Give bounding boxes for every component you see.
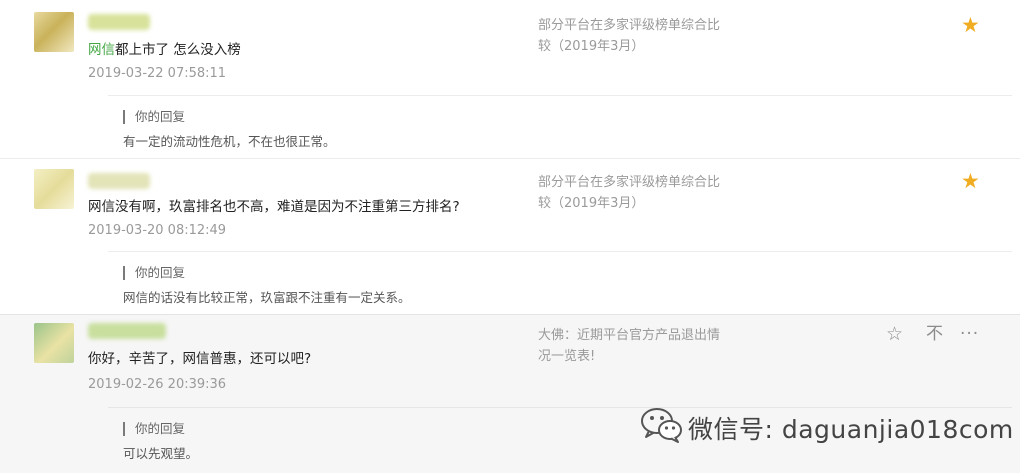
reply-label: 你的回复 <box>123 110 185 124</box>
article-title-line: 大佛：近期平台官方产品退出情 <box>538 328 721 343</box>
nickname-blurred <box>88 323 166 339</box>
feature-star-icon[interactable]: ☆ <box>886 325 903 344</box>
reply-text: 有一定的流动性危机，不在也很正常。 <box>123 134 336 149</box>
comment-time: 2019-03-22 07:58:11 <box>88 66 227 81</box>
featured-star-icon[interactable]: ★ <box>961 15 980 36</box>
watermark: 微信号: daguanjia018com <box>640 404 1013 448</box>
watermark-text: 微信号: daguanjia018com <box>688 415 1014 444</box>
wechat-icon <box>641 408 682 443</box>
featured-star-icon[interactable]: ★ <box>961 171 980 192</box>
avatar[interactable] <box>34 169 74 209</box>
comment-highlight: 网信 <box>88 42 115 58</box>
avatar[interactable] <box>34 12 74 52</box>
article-title-line: 较（2019年3月） <box>538 39 645 54</box>
comment-text: 你好，辛苦了，网信普惠，还可以吧? <box>88 351 312 367</box>
article-title-link[interactable]: 部分平台在多家评级榜单综合比 较（2019年3月） <box>538 15 748 57</box>
article-title-line: 较（2019年3月） <box>538 196 645 211</box>
nickname-blurred <box>88 173 150 189</box>
comment-item: 你好，辛苦了，网信普惠，还可以吧? 2019-02-26 20:39:36 大佛… <box>0 314 1020 473</box>
comment-text-rest: 都上市了 怎么没入榜 <box>115 42 241 58</box>
more-options-icon[interactable]: ··· <box>960 326 979 343</box>
comment-time: 2019-03-20 08:12:49 <box>88 223 227 238</box>
reply-block: 你的回复 网信的话没有比较正常，玖富跟不注重有一定关系。 <box>108 251 1012 313</box>
avatar[interactable] <box>34 323 74 363</box>
article-title-line: 部分平台在多家评级榜单综合比 <box>538 175 721 190</box>
nickname-blurred <box>88 14 150 30</box>
comment-item: 网信没有啊，玖富排名也不高，难道是因为不注重第三方排名? 2019-03-20 … <box>0 158 1020 314</box>
reply-block: 你的回复 有一定的流动性危机，不在也很正常。 <box>108 95 1012 157</box>
reply-text: 网信的话没有比较正常，玖富跟不注重有一定关系。 <box>123 290 411 305</box>
comment-text: 网信没有啊，玖富排名也不高，难道是因为不注重第三方排名? <box>88 199 460 215</box>
comment-time: 2019-02-26 20:39:36 <box>88 377 227 392</box>
hide-comment-icon[interactable]: 不 <box>926 326 943 343</box>
article-title-link[interactable]: 大佛：近期平台官方产品退出情 况一览表! <box>538 325 748 367</box>
reply-label: 你的回复 <box>123 266 185 280</box>
article-title-line: 况一览表! <box>538 349 596 364</box>
comment-item: 网信都上市了 怎么没入榜 2019-03-22 07:58:11 部分平台在多家… <box>0 0 1020 158</box>
article-title-link[interactable]: 部分平台在多家评级榜单综合比 较（2019年3月） <box>538 172 748 214</box>
article-title-line: 部分平台在多家评级榜单综合比 <box>538 18 721 33</box>
comment-text: 网信都上市了 怎么没入榜 <box>88 38 241 58</box>
reply-label: 你的回复 <box>123 422 185 436</box>
reply-text: 可以先观望。 <box>123 446 199 461</box>
